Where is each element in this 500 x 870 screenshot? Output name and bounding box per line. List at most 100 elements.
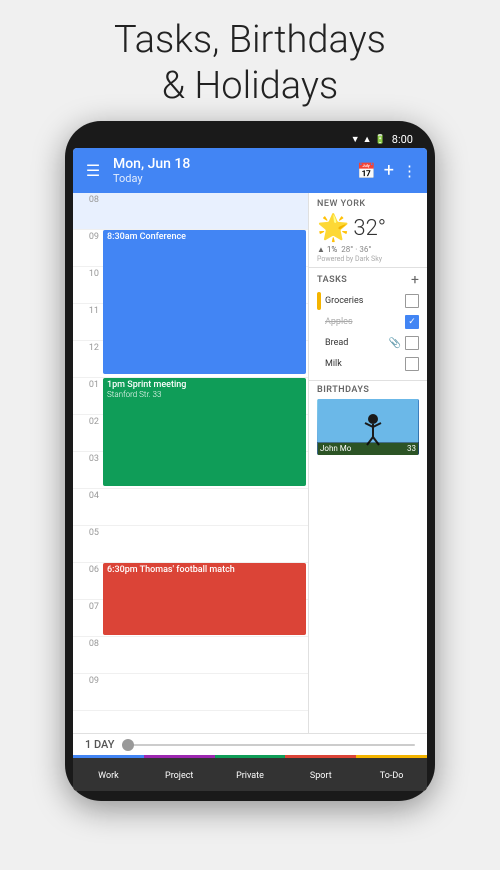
task-checkbox-bread[interactable] (405, 336, 419, 350)
tab-project-label: Project (165, 760, 193, 791)
task-color-groceries (317, 292, 321, 310)
toolbar-date: Mon, Jun 18 (113, 156, 347, 172)
status-time: 8:00 (392, 133, 413, 146)
tasks-title: TASKS (317, 275, 347, 285)
time-slot-04: 04 (73, 489, 308, 526)
time-label-05: 05 (73, 526, 101, 562)
add-task-icon[interactable]: + (411, 272, 419, 288)
task-color-apples (317, 313, 321, 331)
tasks-header: TASKS + (317, 272, 419, 288)
weather-powered: Powered by Dark Sky (317, 255, 419, 263)
task-checkbox-apples[interactable] (405, 315, 419, 329)
status-bar: ▼ ▲ 🔋 8:00 (73, 131, 427, 148)
task-item-bread: Bread 📎 (317, 334, 419, 352)
weather-widget: NEW YORK 🌟 32° ▲ 1% 28° · 36° Powered by… (309, 193, 427, 268)
birthday-card[interactable]: John Mo 33 (317, 399, 419, 455)
day-view-bar: 1 DAY (73, 733, 427, 755)
tab-todo-bar (356, 755, 427, 758)
birthdays-widget: BIRTHDAYS (309, 381, 427, 459)
toolbar-actions: 📅 + ⋮ (357, 160, 417, 181)
task-item-groceries: Groceries (317, 292, 419, 310)
more-options-icon[interactable]: ⋮ (402, 162, 417, 180)
tab-private[interactable]: Private (215, 755, 286, 791)
event-football-title: 6:30pm Thomas' football match (107, 565, 302, 575)
time-slot-09b: 09 (73, 674, 308, 711)
event-area-sprint: 01 1pm Sprint meeting Stanford Str. 33 0… (73, 378, 308, 489)
time-slot-06: 06 6:30pm Thomas' football match (73, 563, 308, 600)
tab-project[interactable]: Project (144, 755, 215, 791)
time-label-01: 01 (73, 378, 101, 414)
task-checkbox-groceries[interactable] (405, 294, 419, 308)
task-item-apples: Apples (317, 313, 419, 331)
event-sprint-title: 1pm Sprint meeting (107, 380, 302, 390)
main-content: 08 09 8:30am Conference (73, 193, 427, 733)
toolbar-title-area: Mon, Jun 18 Today (113, 156, 347, 185)
time-content-01: 1pm Sprint meeting Stanford Str. 33 (101, 378, 308, 414)
calendar-icon[interactable]: 📅 (357, 162, 376, 180)
precip-arrow-icon: ▲ (317, 245, 325, 254)
time-label-03: 03 (73, 452, 101, 488)
weather-details: ▲ 1% 28° · 36° Powered by Dark Sky (317, 245, 419, 263)
time-content-08b (101, 637, 308, 673)
time-content-09b (101, 674, 308, 710)
task-name-bread: Bread (325, 338, 385, 348)
event-sprint[interactable]: 1pm Sprint meeting Stanford Str. 33 (103, 378, 306, 486)
time-content-09: 8:30am Conference (101, 230, 308, 266)
calendar-panel[interactable]: 08 09 8:30am Conference (73, 193, 309, 733)
task-checkbox-milk[interactable] (405, 357, 419, 371)
slider-thumb (122, 739, 134, 751)
tab-sport[interactable]: Sport (285, 755, 356, 791)
task-name-apples: Apples (325, 317, 401, 327)
wifi-icon: ▼ (351, 134, 360, 145)
time-label-10: 10 (73, 267, 101, 303)
weather-temp: 32° (353, 216, 386, 241)
weather-range: 28° · 36° (341, 245, 371, 254)
tab-todo-label: To-Do (380, 760, 404, 791)
time-slot-08a: 08 (73, 193, 308, 230)
time-label-11: 11 (73, 304, 101, 340)
tab-todo[interactable]: To-Do (356, 755, 427, 791)
event-area-conference: 09 8:30am Conference 10 11 (73, 230, 308, 378)
add-event-icon[interactable]: + (384, 160, 394, 181)
birthday-person-info: John Mo 33 (317, 442, 419, 455)
time-label-08a: 08 (73, 193, 101, 229)
day-view-slider[interactable] (122, 744, 415, 746)
weather-location: NEW YORK (317, 199, 419, 209)
tab-work-label: Work (98, 760, 119, 791)
task-name-groceries: Groceries (325, 296, 401, 306)
signal-icon: ▲ (363, 134, 372, 145)
time-content-05 (101, 526, 308, 562)
time-label-12: 12 (73, 341, 101, 377)
toolbar-subtitle: Today (113, 172, 347, 185)
bottom-tabs: Work Project Private Sport To-Do (73, 755, 427, 791)
day-view-label: 1 DAY (85, 738, 114, 751)
tab-sport-bar (285, 755, 356, 758)
event-conference[interactable]: 8:30am Conference (103, 230, 306, 374)
time-content-04 (101, 489, 308, 525)
birthday-person-age: 33 (407, 444, 416, 453)
time-label-02: 02 (73, 415, 101, 451)
weather-precip: ▲ 1% 28° · 36° (317, 245, 419, 254)
tasks-widget: TASKS + Groceries Apples (309, 268, 427, 381)
weather-main: 🌟 32° (317, 213, 419, 243)
event-football[interactable]: 6:30pm Thomas' football match (103, 563, 306, 635)
event-conference-title: 8:30am Conference (107, 232, 186, 242)
event-area-football: 06 6:30pm Thomas' football match 07 (73, 563, 308, 637)
time-label-06: 06 (73, 563, 101, 599)
menu-icon[interactable]: ☰ (83, 161, 103, 180)
tab-work[interactable]: Work (73, 755, 144, 791)
tab-project-bar (144, 755, 215, 758)
weather-sun-icon: 🌟 (317, 213, 349, 243)
time-content-08a (101, 193, 308, 229)
task-name-milk: Milk (325, 359, 401, 369)
time-slot-09: 09 8:30am Conference (73, 230, 308, 267)
app-toolbar: ☰ Mon, Jun 18 Today 📅 + ⋮ (73, 148, 427, 193)
task-item-milk: Milk (317, 355, 419, 373)
time-slot-05: 05 (73, 526, 308, 563)
right-panel: NEW YORK 🌟 32° ▲ 1% 28° · 36° Powered by… (309, 193, 427, 733)
time-label-09: 09 (73, 230, 101, 266)
time-slot-08b: 08 (73, 637, 308, 674)
tab-private-label: Private (236, 760, 264, 791)
task-color-milk (317, 355, 321, 373)
tab-work-bar (73, 755, 144, 758)
